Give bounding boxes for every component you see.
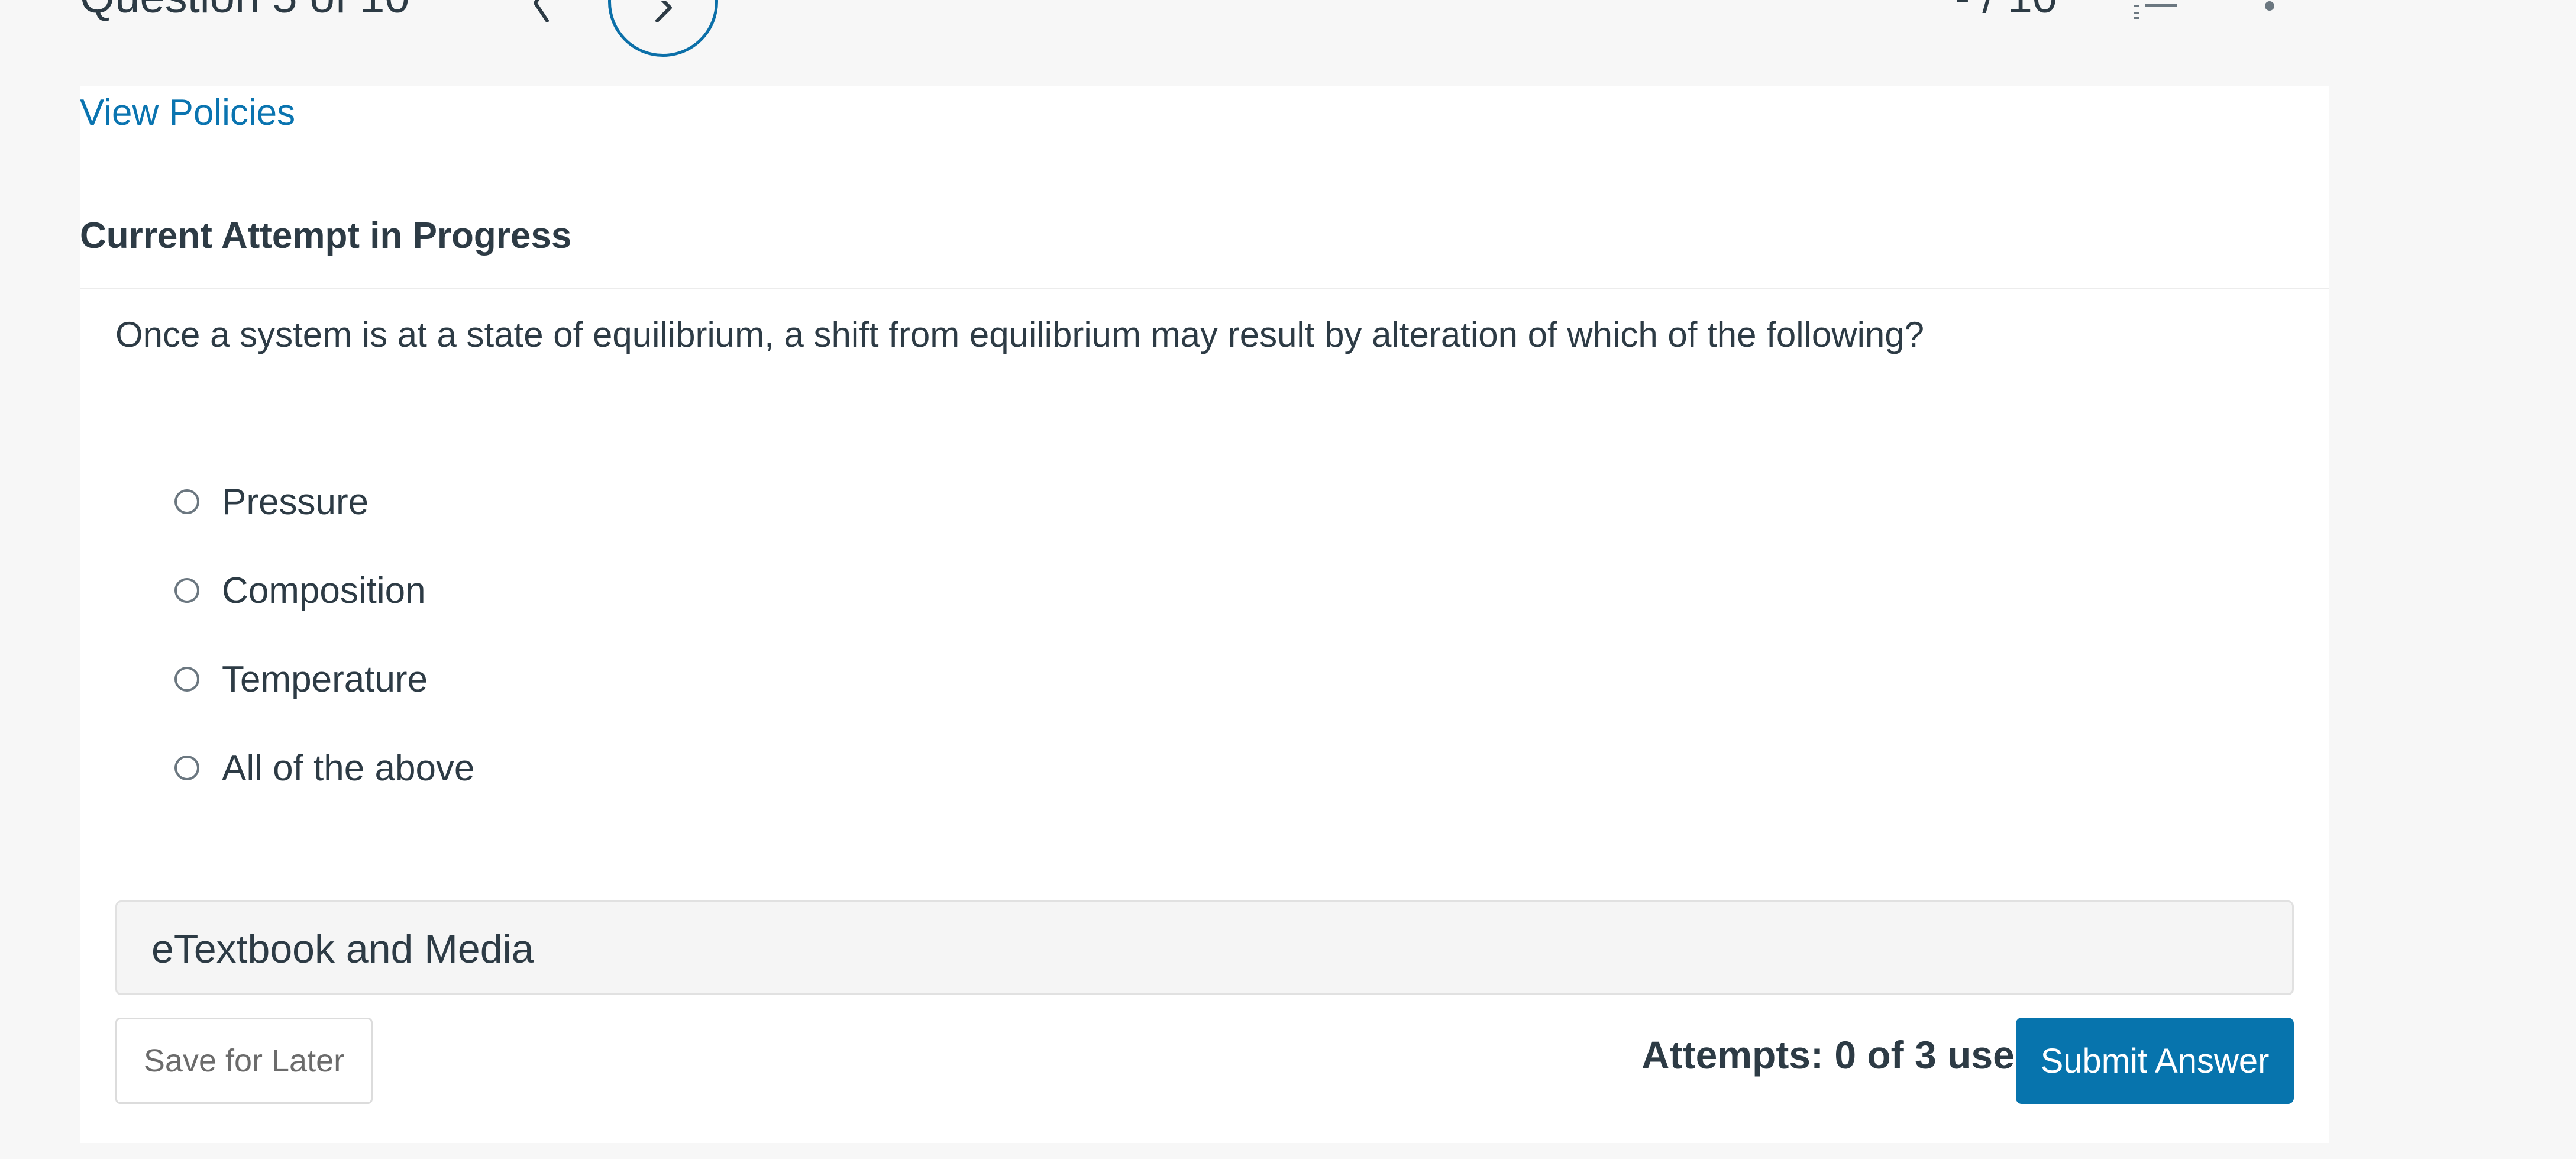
radio-button[interactable] (174, 667, 199, 692)
answer-choice-label: Temperature (222, 658, 428, 700)
more-vertical-icon[interactable] (2261, 0, 2278, 24)
divider (80, 288, 2329, 289)
view-policies-link[interactable]: View Policies (80, 92, 295, 134)
previous-question-button[interactable] (521, 0, 562, 24)
answer-choice-composition[interactable]: Composition (174, 546, 474, 635)
score-display: - / 10 (1955, 0, 2057, 20)
quiz-header: Question 5 of 10 - / 10 (0, 0, 2576, 86)
answer-choice-label: All of the above (222, 747, 475, 789)
save-for-later-button[interactable]: Save for Later (115, 1018, 373, 1104)
next-question-button[interactable] (608, 0, 718, 57)
answer-choice-label: Pressure (222, 481, 369, 522)
chevron-left-icon (534, 0, 549, 22)
question-text: Once a system is at a state of equilibri… (115, 315, 1925, 354)
answer-choice-all-of-the-above[interactable]: All of the above (174, 724, 474, 812)
question-counter: Question 5 of 10 (80, 0, 410, 20)
answer-choice-pressure[interactable]: Pressure (174, 457, 474, 546)
radio-button[interactable] (174, 756, 199, 780)
chevron-right-icon (655, 1, 672, 22)
radio-button[interactable] (174, 578, 199, 603)
etextbook-label: eTextbook and Media (151, 926, 534, 971)
answer-choices: Pressure Composition Temperature All of … (174, 457, 474, 812)
attempt-heading: Current Attempt in Progress (80, 215, 572, 256)
radio-button[interactable] (174, 489, 199, 514)
submit-answer-button[interactable]: Submit Answer (2016, 1018, 2294, 1104)
numbered-list-icon[interactable] (2132, 0, 2180, 24)
question-panel: View Policies Current Attempt in Progres… (80, 86, 2329, 1143)
answer-choice-temperature[interactable]: Temperature (174, 635, 474, 724)
etextbook-and-media-toggle[interactable]: eTextbook and Media (115, 900, 2294, 995)
answer-choice-label: Composition (222, 570, 426, 611)
attempts-counter: Attempts: 0 of 3 used (1641, 1033, 2039, 1077)
